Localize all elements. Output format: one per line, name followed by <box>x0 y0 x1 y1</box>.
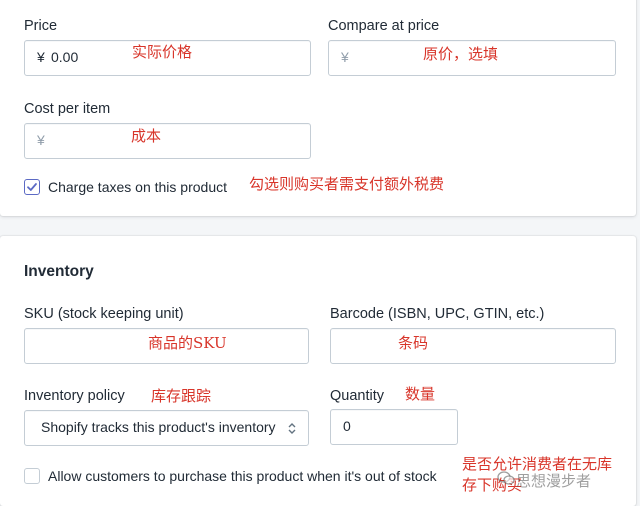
quantity-annotation: 数量 <box>405 385 436 403</box>
quantity-input[interactable]: 0 <box>330 409 458 445</box>
price-annotation: 实际价格 <box>132 43 193 61</box>
sku-label: SKU (stock keeping unit) <box>24 306 184 322</box>
quantity-label: Quantity <box>330 388 384 404</box>
barcode-input[interactable] <box>330 328 616 364</box>
charge-taxes-label: Charge taxes on this product <box>48 179 227 195</box>
inventory-policy-label: Inventory policy <box>24 388 125 404</box>
barcode-label: Barcode (ISBN, UPC, GTIN, etc.) <box>330 306 545 322</box>
compare-at-price-annotation: 原价，选填 <box>423 45 499 63</box>
checkmark-icon <box>27 183 37 191</box>
inventory-policy-annotation: 库存跟踪 <box>151 387 212 405</box>
currency-prefix: ¥ <box>341 49 349 65</box>
price-label: Price <box>24 18 58 34</box>
inventory-title: Inventory <box>24 263 94 280</box>
charge-taxes-checkbox[interactable] <box>24 179 40 195</box>
inventory-policy-select[interactable]: Shopify tracks this product's inventory <box>24 410 309 446</box>
wechat-icon <box>497 471 515 485</box>
cost-per-item-input[interactable]: ¥ <box>24 123 311 159</box>
inventory-policy-selected: Shopify tracks this product's inventory <box>41 419 276 435</box>
barcode-annotation: 条码 <box>398 334 429 352</box>
compare-at-price-label: Compare at price <box>328 18 440 34</box>
cost-annotation: 成本 <box>131 127 162 145</box>
select-arrows-icon <box>288 423 296 434</box>
charge-taxes-annotation: 勾选则购买者需支付额外税费 <box>249 175 445 193</box>
quantity-value: 0 <box>343 418 351 434</box>
price-value: 0.00 <box>51 49 79 65</box>
currency-prefix: ¥ <box>37 49 45 65</box>
currency-prefix: ¥ <box>37 132 45 148</box>
allow-oversell-checkbox[interactable] <box>24 468 40 484</box>
cost-per-item-label: Cost per item <box>24 101 111 117</box>
watermark-text: 思想漫步者 <box>516 472 592 490</box>
sku-annotation: 商品的SKU <box>148 334 227 352</box>
allow-oversell-label: Allow customers to purchase this product… <box>48 468 437 484</box>
